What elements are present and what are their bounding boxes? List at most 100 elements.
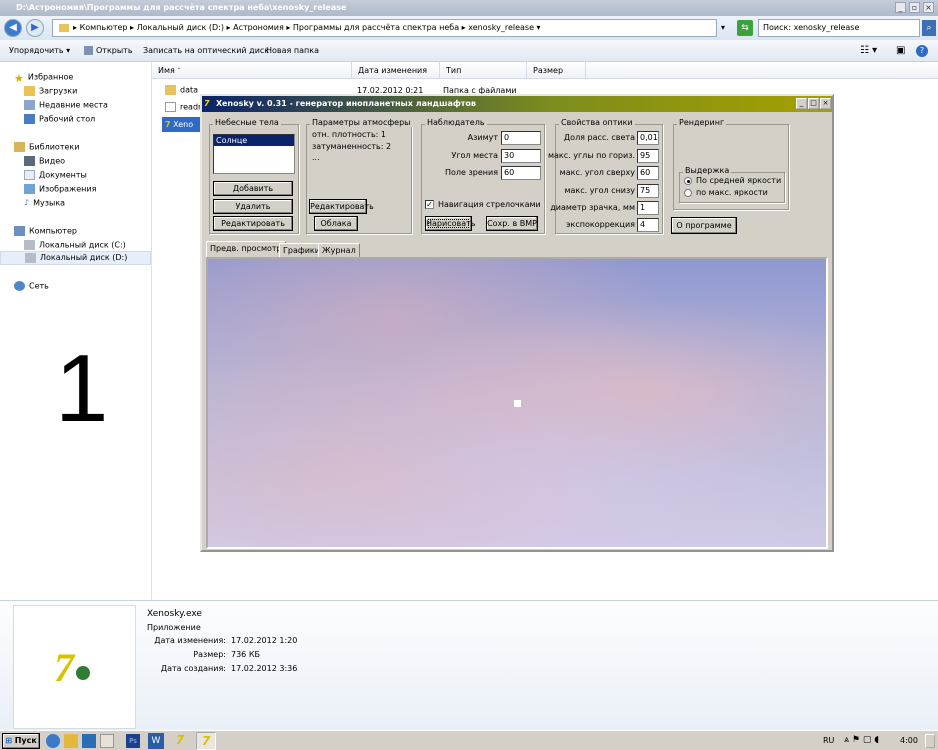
address-bar-area: ◀ ▶ ▸ Компьютер ▸ Локальный диск (D:) ▸ …: [0, 16, 938, 40]
preview-pane-icon[interactable]: ▣: [896, 40, 905, 62]
tab-preview[interactable]: Предв. просмотр: [206, 241, 286, 258]
nav-network[interactable]: Сеть: [14, 281, 49, 291]
recent-places-icon: [24, 100, 35, 110]
photoshop-icon[interactable]: Ps: [126, 734, 140, 748]
language-indicator[interactable]: RU: [823, 736, 834, 745]
arrows-checkbox[interactable]: ✓: [425, 200, 434, 209]
nav-desktop[interactable]: Рабочий стол: [24, 114, 95, 124]
nav-images[interactable]: Изображения: [24, 184, 96, 194]
breadcrumb-xenosky[interactable]: xenosky_release: [468, 23, 534, 32]
start-button[interactable]: ⊞ Пуск: [2, 733, 40, 749]
app-minimize-button[interactable]: _: [796, 98, 807, 109]
atmosphere-more: ...: [312, 153, 320, 162]
nav-libraries[interactable]: Библиотеки: [14, 142, 79, 152]
nav-disk-d[interactable]: Локальный диск (D:): [0, 251, 151, 265]
top-angle-input[interactable]: 60: [637, 166, 659, 180]
open-button[interactable]: Открыть: [84, 40, 133, 62]
xenosky-active-icon[interactable]: 7: [196, 732, 216, 750]
draw-button[interactable]: Нарисовать: [425, 216, 475, 231]
app-maximize-button[interactable]: □: [808, 98, 819, 109]
browser-icon[interactable]: [46, 734, 60, 748]
nav-recent[interactable]: Недавние места: [24, 100, 108, 110]
history-dropdown-icon[interactable]: ▾: [721, 23, 725, 32]
exposure-label: Выдержка: [683, 166, 732, 175]
help-icon[interactable]: ?: [916, 45, 928, 57]
tab-log[interactable]: Журнал: [318, 243, 360, 258]
column-type[interactable]: Тип: [440, 62, 527, 79]
xenosky-icon: 7: [165, 120, 171, 129]
bottom-angle-input[interactable]: 75: [637, 184, 659, 198]
burn-button[interactable]: Записать на оптический диск: [143, 40, 269, 62]
scattered-light-input[interactable]: 0,01: [637, 131, 659, 145]
details-size: 736 КБ: [231, 650, 260, 659]
nav-favorites[interactable]: ★ Избранное: [14, 72, 73, 85]
show-desktop-button[interactable]: [925, 734, 935, 748]
taskbar: ⊞ Пуск Ps W 7 7 RU ⩓ ⚑ ▢ ◖ 4:00: [0, 730, 938, 750]
xenosky-icon: 7: [204, 99, 210, 108]
refresh-icon[interactable]: ⇆: [737, 20, 753, 36]
clouds-button[interactable]: Облака: [314, 216, 358, 231]
breadcrumb-disk-d[interactable]: Локальный диск (D:): [137, 23, 224, 32]
delete-body-button[interactable]: Удалить: [213, 199, 293, 214]
edit-atmosphere-button[interactable]: Редактировать: [309, 199, 374, 214]
view-options-icon[interactable]: ☷ ▾: [860, 40, 877, 62]
breadcrumb-computer[interactable]: Компьютер: [80, 23, 128, 32]
nav-music[interactable]: ♪ Музыка: [24, 198, 65, 208]
breadcrumb-astronomy[interactable]: Астрономия: [233, 23, 284, 32]
new-folder-button[interactable]: Новая папка: [266, 40, 319, 62]
forward-button[interactable]: ▶: [26, 19, 44, 37]
explorer-icon[interactable]: [64, 734, 78, 748]
nav-video[interactable]: Видео: [24, 156, 65, 166]
details-kind: Приложение: [147, 623, 201, 632]
nav-documents[interactable]: Документы: [24, 170, 87, 180]
file-row-selected[interactable]: 7 Xeno: [162, 117, 202, 132]
back-button[interactable]: ◀: [4, 19, 22, 37]
bodies-list-item[interactable]: Солнце: [214, 135, 294, 146]
breadcrumb-programs[interactable]: Программы для рассчёта спектра неба: [293, 23, 459, 32]
text-file-icon: [165, 102, 176, 112]
sky-preview[interactable]: [206, 257, 828, 549]
altitude-input[interactable]: 30: [501, 149, 541, 163]
search-icon[interactable]: ⌕: [922, 20, 936, 36]
about-button[interactable]: О программе: [671, 217, 737, 234]
pupil-diameter-input[interactable]: 1: [637, 201, 659, 215]
maximize-button[interactable]: ▫: [909, 2, 920, 13]
column-name[interactable]: Имя ˆ: [152, 62, 352, 79]
column-date[interactable]: Дата изменения: [352, 62, 440, 79]
address-field[interactable]: ▸ Компьютер ▸ Локальный диск (D:) ▸ Астр…: [52, 19, 717, 37]
azimuth-input[interactable]: 0: [501, 131, 541, 145]
app-icon[interactable]: [82, 734, 96, 748]
word-icon[interactable]: W: [148, 733, 164, 749]
tray-icons[interactable]: ⩓ ⚑ ▢ ◖: [844, 735, 879, 745]
details-created: 17.02.2012 3:36: [231, 664, 298, 673]
horizontal-angle-input[interactable]: 95: [637, 149, 659, 163]
exposure-avg-radio[interactable]: [684, 177, 692, 185]
app-close-button[interactable]: ×: [820, 98, 831, 109]
optics-field-label: экспокоррекция: [566, 220, 635, 229]
nav-computer[interactable]: Компьютер: [14, 226, 77, 236]
exposure-max-radio[interactable]: [684, 189, 692, 197]
nav-downloads[interactable]: Загрузки: [24, 86, 77, 96]
video-icon: [24, 156, 35, 166]
network-icon: [14, 281, 25, 291]
optics-field-label: макс. угол снизу: [564, 186, 635, 195]
folder-icon[interactable]: [100, 734, 114, 748]
nav-disk-c[interactable]: Локальный диск (C:): [24, 240, 126, 250]
app-icon: [84, 46, 93, 55]
fov-input[interactable]: 60: [501, 166, 541, 180]
xenosky-icon[interactable]: 7: [172, 733, 188, 749]
observer-label: Наблюдатель: [425, 118, 487, 127]
minimize-button[interactable]: _: [895, 2, 906, 13]
azimuth-label: Азимут: [467, 133, 498, 142]
search-input[interactable]: Поиск: xenosky_release: [758, 19, 920, 37]
edit-body-button[interactable]: Редактировать: [213, 216, 293, 231]
organize-button[interactable]: Упорядочить ▾: [9, 40, 70, 62]
add-body-button[interactable]: Добавить: [213, 181, 293, 196]
exposure-correction-input[interactable]: 4: [637, 218, 659, 232]
close-button[interactable]: ×: [923, 2, 934, 13]
file-row[interactable]: data: [165, 85, 198, 95]
save-bmp-button[interactable]: Сохр. в BMP: [486, 216, 538, 231]
column-size[interactable]: Размер: [527, 62, 586, 79]
bodies-list[interactable]: Солнце: [213, 134, 295, 174]
clock[interactable]: 4:00: [900, 736, 918, 745]
